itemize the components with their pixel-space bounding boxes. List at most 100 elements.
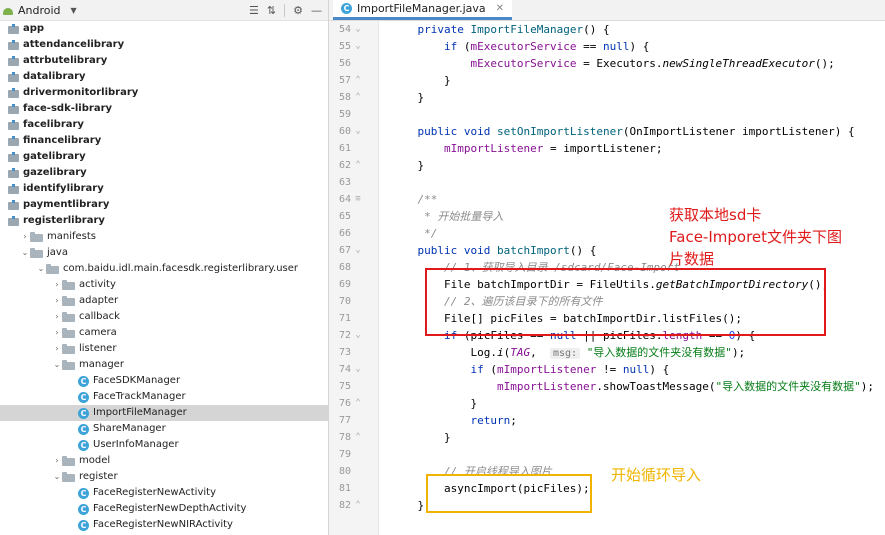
code-token: mImportListener xyxy=(496,380,597,393)
fold-icon[interactable]: ⌄ xyxy=(353,242,363,259)
tree-item-folder[interactable]: › camera xyxy=(0,325,328,341)
tree-item-folder[interactable]: ⌄ register xyxy=(0,469,328,485)
code-token: mImportListener xyxy=(496,363,597,376)
code-token: ( xyxy=(490,363,497,376)
chevron-down-icon[interactable]: ⌄ xyxy=(36,261,46,277)
fold-icon[interactable]: ⌄ xyxy=(353,327,363,344)
fold-icon[interactable]: ⌃ xyxy=(353,497,363,514)
code-line: 77 return; xyxy=(329,412,885,429)
fold-icon[interactable]: ⌄ xyxy=(353,123,363,140)
tree-item-class[interactable]: C ImportFileManager xyxy=(0,405,328,421)
tree-item-module[interactable]: face-sdk-library xyxy=(0,101,328,117)
tree-item-module[interactable]: gatelibrary xyxy=(0,149,328,165)
module-icon xyxy=(8,40,20,50)
chevron-right-icon[interactable]: › xyxy=(52,277,62,293)
tree-item-folder[interactable]: › callback xyxy=(0,309,328,325)
folder-icon xyxy=(62,328,75,338)
collapse-all-icon[interactable]: ☰ xyxy=(249,4,259,17)
chevron-down-icon[interactable]: ⌄ xyxy=(52,357,62,373)
tree-item-folder[interactable]: › listener xyxy=(0,341,328,357)
chevron-right-icon[interactable]: › xyxy=(52,341,62,357)
module-icon xyxy=(8,120,20,130)
module-icon xyxy=(8,24,20,34)
tree-item-folder[interactable]: › activity xyxy=(0,277,328,293)
fold-icon[interactable]: ⌃ xyxy=(353,157,363,174)
folder-icon xyxy=(30,248,43,258)
tree-item-module[interactable]: gazelibrary xyxy=(0,165,328,181)
tree-item-module[interactable]: app xyxy=(0,21,328,37)
tree-item-folder[interactable]: › adapter xyxy=(0,293,328,309)
tree-item-module[interactable]: registerlibrary xyxy=(0,213,328,229)
code-token: != xyxy=(596,363,623,376)
chevron-right-icon[interactable]: › xyxy=(52,293,62,309)
java-class-icon: C xyxy=(341,2,352,14)
folder-icon xyxy=(62,312,75,322)
tree-item-module[interactable]: paymentlibrary xyxy=(0,197,328,213)
fold-icon[interactable]: ⌃ xyxy=(353,72,363,89)
tree-item-folder[interactable]: › manifests xyxy=(0,229,328,245)
close-icon[interactable]: ✕ xyxy=(496,3,504,14)
project-toolbar: Android ▼ ☰ ⇅ ⚙ — xyxy=(0,0,328,21)
tree-item-class[interactable]: C UserInfoManager xyxy=(0,437,328,453)
code-line: 81 asyncImport(picFiles); xyxy=(329,480,885,497)
fold-icon[interactable]: ⌄ xyxy=(353,38,363,55)
code-text: /** xyxy=(391,191,438,208)
code-line: 56 mExecutorService = Executors.newSingl… xyxy=(329,55,885,72)
code-token: } xyxy=(391,91,425,104)
tree-item-module[interactable]: attrbutelibrary xyxy=(0,53,328,69)
line-number: 71 xyxy=(338,313,351,324)
chevron-down-icon[interactable]: ⌄ xyxy=(20,245,30,261)
tree-item-label: FaceSDKManager xyxy=(93,375,181,386)
tree-item-class[interactable]: C FaceSDKManager xyxy=(0,373,328,389)
code-token: ) { xyxy=(629,40,650,53)
tree-item-module[interactable]: financelibrary xyxy=(0,133,328,149)
tree-item-class[interactable]: C FaceRegisterNewDepthActivity xyxy=(0,501,328,517)
line-number: 57 xyxy=(338,75,351,86)
tree-item-class[interactable]: C FaceRegisterNewActivity xyxy=(0,485,328,501)
tree-item-module[interactable]: datalibrary xyxy=(0,69,328,85)
chevron-down-icon[interactable]: ⌄ xyxy=(52,469,62,485)
expand-all-icon[interactable]: ⇅ xyxy=(267,4,276,17)
tree-item-label: drivermonitorlibrary xyxy=(23,87,139,98)
code-token: batchImport xyxy=(496,244,570,257)
tree-item-label: financelibrary xyxy=(23,135,102,146)
hide-panel-icon[interactable]: — xyxy=(311,4,322,17)
chevron-right-icon[interactable]: › xyxy=(20,229,30,245)
tree-item-folder[interactable]: › model xyxy=(0,453,328,469)
fold-icon[interactable]: ⌃ xyxy=(353,89,363,106)
chevron-right-icon[interactable]: › xyxy=(52,325,62,341)
project-view-selector[interactable]: Android xyxy=(18,4,61,17)
fold-icon[interactable]: ⌃ xyxy=(353,429,363,446)
tree-item-module[interactable]: drivermonitorlibrary xyxy=(0,85,328,101)
code-text: if (mExecutorService == null) { xyxy=(391,38,649,55)
tree-item-module[interactable]: facelibrary xyxy=(0,117,328,133)
code-area[interactable]: 54 ⌄ private ImportFileManager() {55 ⌄ if … xyxy=(329,21,885,535)
chevron-right-icon[interactable]: › xyxy=(52,453,62,469)
tab-import-file-manager[interactable]: C ImportFileManager.java ✕ xyxy=(333,0,513,20)
tree-item-label: listener xyxy=(79,343,117,354)
tree-item-label: camera xyxy=(79,327,117,338)
folder-icon xyxy=(30,232,43,242)
code-token: } xyxy=(391,499,425,512)
tree-item-module[interactable]: attendancelibrary xyxy=(0,37,328,53)
tree-item-folder[interactable]: ⌄ manager xyxy=(0,357,328,373)
tree-item-folder[interactable]: ⌄ com.baidu.idl.main.facesdk.registerlibr… xyxy=(0,261,328,277)
tree-item-label: manager xyxy=(79,359,124,370)
tree-item-label: FaceRegisterNewNIRActivity xyxy=(93,519,233,530)
tree-item-class[interactable]: C FaceRegisterNewNIRActivity xyxy=(0,517,328,533)
tree-item-module[interactable]: identifylibrary xyxy=(0,181,328,197)
code-text: } xyxy=(391,89,424,106)
chevron-down-icon[interactable]: ▼ xyxy=(71,6,77,15)
tree-item-folder[interactable]: ⌄ java xyxy=(0,245,328,261)
chevron-right-icon[interactable]: › xyxy=(52,309,62,325)
code-line: 58 ⌃ } xyxy=(329,89,885,106)
tree-item-class[interactable]: C ShareManager xyxy=(0,421,328,437)
annotation-note-red: 获取本地sd卡 Face-Imporet文件夹下图 片数据 xyxy=(669,204,842,270)
fold-icon[interactable]: ⌄ xyxy=(353,361,363,378)
fold-icon[interactable]: ⌃ xyxy=(353,395,363,412)
fold-icon[interactable]: ⌄ xyxy=(353,21,363,38)
fold-icon[interactable]: ≡ xyxy=(353,191,363,208)
gear-icon[interactable]: ⚙ xyxy=(293,4,303,17)
tree-item-class[interactable]: C FaceTrackManager xyxy=(0,389,328,405)
